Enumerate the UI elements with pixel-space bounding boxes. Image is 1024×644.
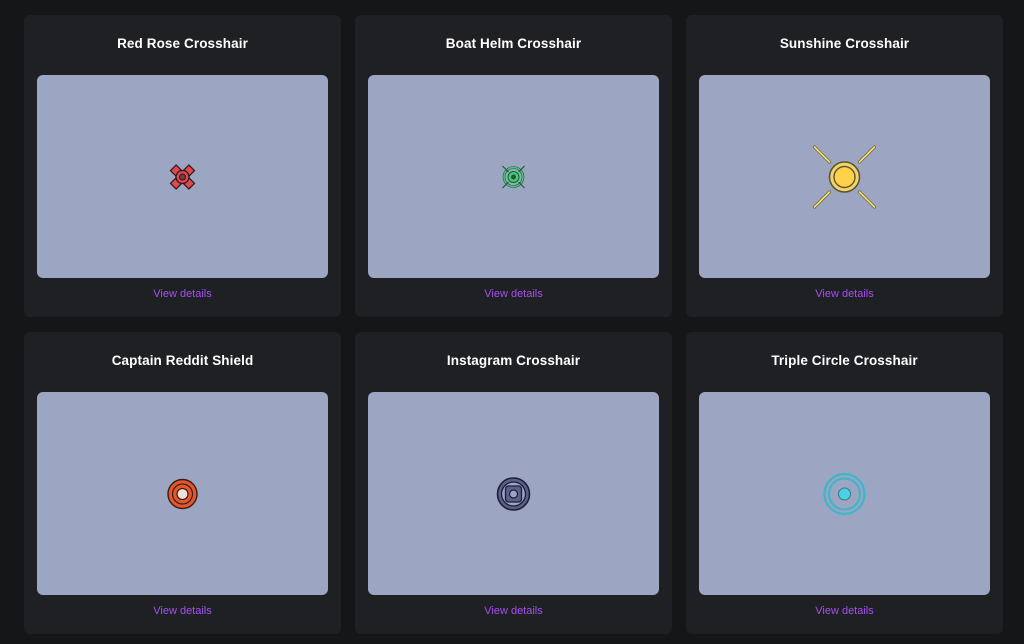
card-title: Instagram Crosshair — [446, 353, 581, 368]
crosshair-preview[interactable] — [699, 392, 990, 595]
red-rose-crosshair-icon — [169, 164, 196, 190]
crosshair-preview[interactable] — [368, 392, 659, 595]
card-title: Captain Reddit Shield — [111, 353, 254, 368]
crosshair-preview[interactable] — [368, 75, 659, 278]
view-details-link[interactable]: View details — [686, 605, 1003, 617]
view-details-link[interactable]: View details — [355, 288, 672, 300]
card-title: Red Rose Crosshair — [117, 36, 248, 51]
crosshair-preview[interactable] — [37, 392, 328, 595]
view-details-link[interactable]: View details — [24, 605, 341, 617]
triple-circle-crosshair-icon — [823, 472, 866, 516]
card-title: Triple Circle Crosshair — [771, 353, 918, 368]
crosshair-card: Red Rose Crosshair View details — [24, 15, 341, 317]
view-details-link[interactable]: View details — [355, 605, 672, 617]
crosshair-card: Triple Circle Crosshair View details — [686, 332, 1003, 634]
boat-helm-crosshair-icon — [502, 165, 525, 189]
crosshair-preview[interactable] — [699, 75, 990, 278]
instagram-crosshair-icon — [496, 477, 531, 511]
sunshine-crosshair-icon — [812, 145, 877, 209]
view-details-link[interactable]: View details — [686, 288, 1003, 300]
crosshair-card: Sunshine Crosshair View details — [686, 15, 1003, 317]
crosshair-grid: Red Rose Crosshair View details Boat Hel… — [0, 0, 1024, 644]
view-details-link[interactable]: View details — [24, 288, 341, 300]
crosshair-card: Instagram Crosshair View details — [355, 332, 672, 634]
card-title: Sunshine Crosshair — [779, 36, 910, 51]
crosshair-preview[interactable] — [37, 75, 328, 278]
card-title: Boat Helm Crosshair — [445, 36, 582, 51]
crosshair-card: Captain Reddit Shield View details — [24, 332, 341, 634]
captain-reddit-shield-icon — [167, 478, 198, 510]
crosshair-card: Boat Helm Crosshair View details — [355, 15, 672, 317]
